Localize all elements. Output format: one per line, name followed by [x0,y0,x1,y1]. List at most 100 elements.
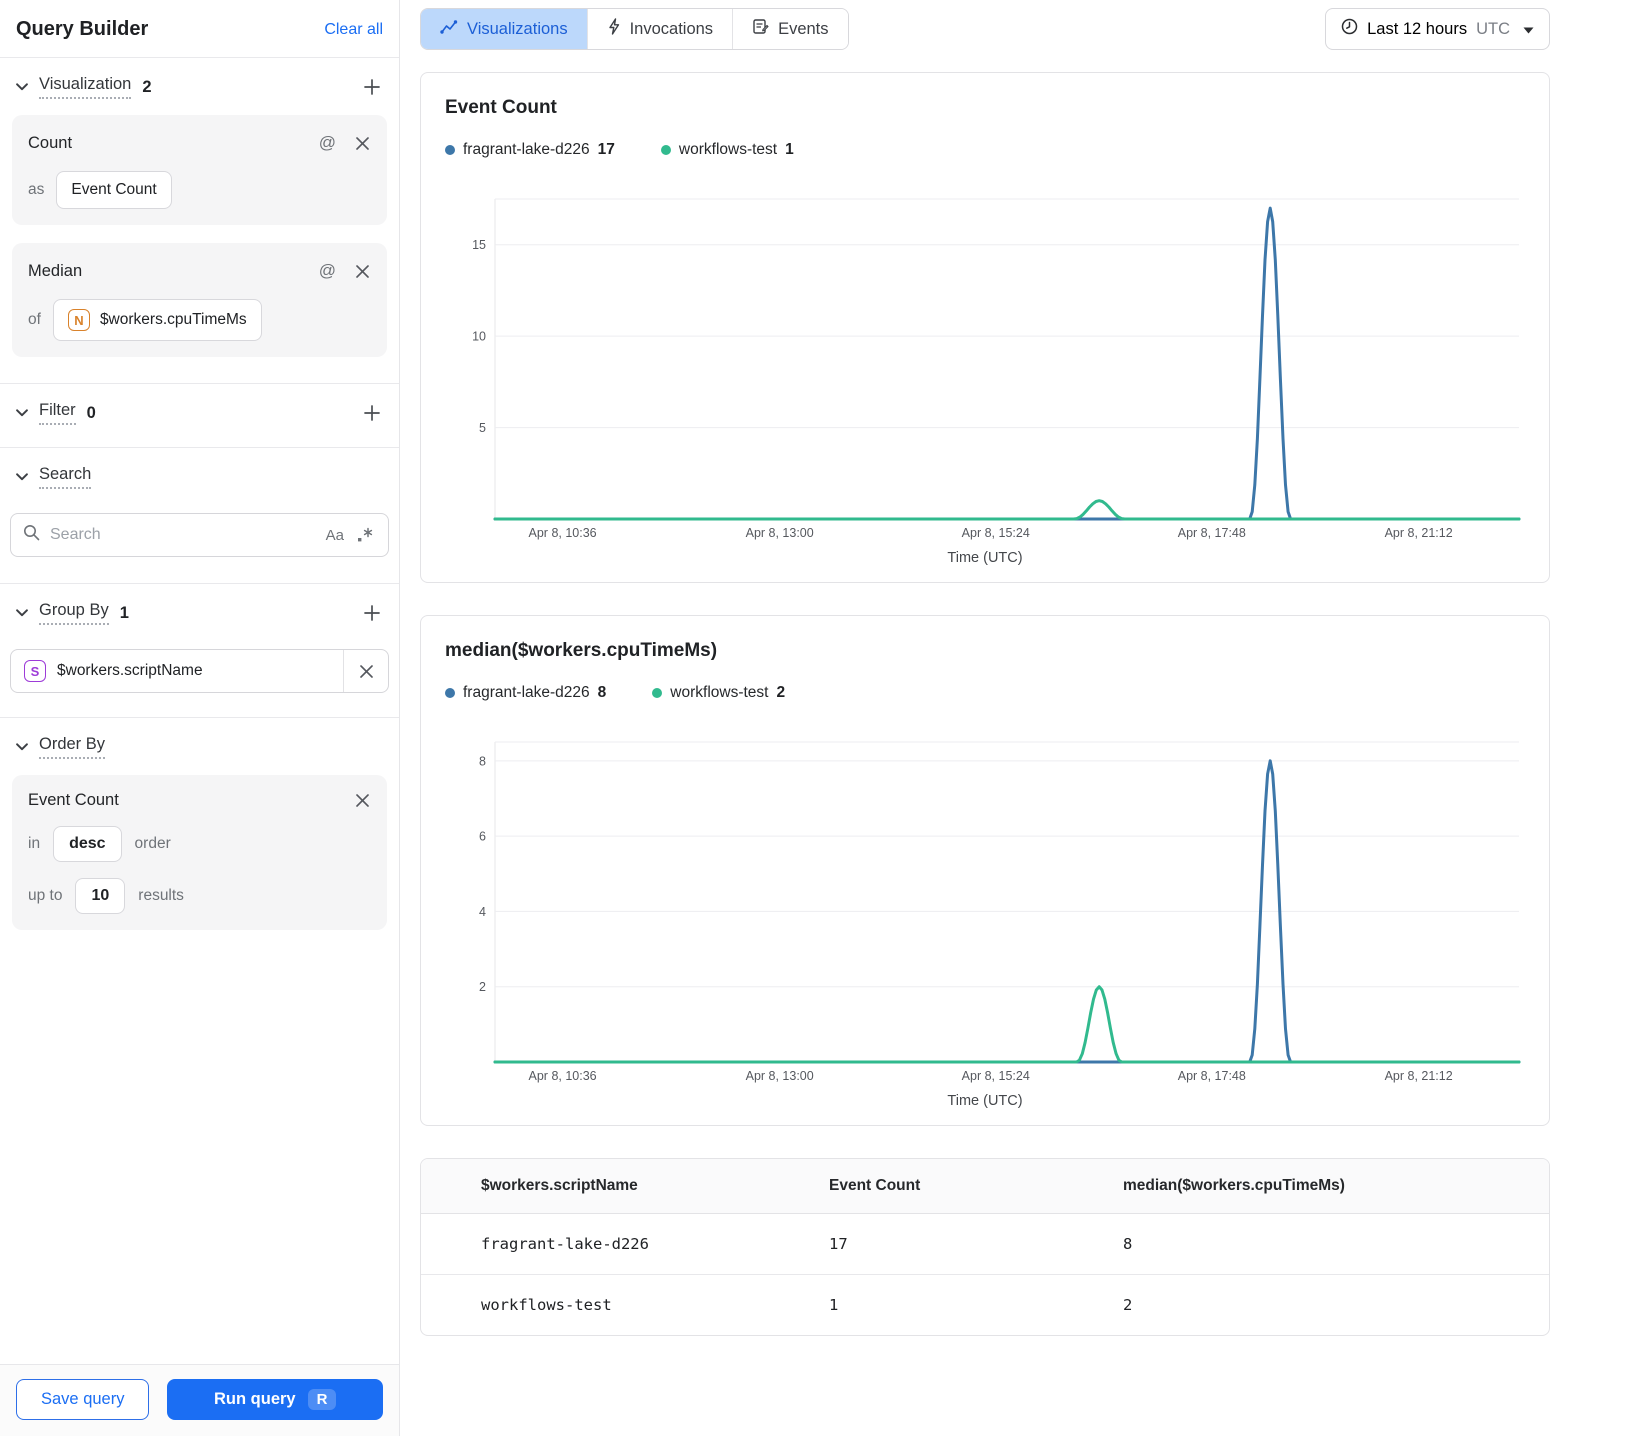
y-tick-label: 4 [479,905,486,919]
close-icon[interactable] [354,792,371,809]
order-by-field: Event Count [28,791,119,809]
cell-median: 8 [1123,1235,1133,1253]
event-count-chart: 5 10 15 Apr 8, 10:36 Apr 8, 13:00 Apr 8, 15:2… [472,198,1521,540]
save-query-button[interactable]: Save query [16,1379,150,1420]
run-query-button[interactable]: Run query R [167,1379,383,1420]
group-by-field-selector[interactable]: S $workers.scriptName [11,660,343,682]
legend-series-total: 2 [776,684,786,701]
cell-event-count: 1 [829,1296,839,1314]
view-tabs: Visualizations Invocations Events [420,8,849,50]
x-tick-label: Apr 8, 13:00 [746,1069,814,1083]
median-field-selector[interactable]: N $workers.cpuTimeMs [52,299,262,341]
median-card-title: Median [28,261,83,280]
chevron-down-icon[interactable] [14,741,30,753]
legend-item-fragrant-lake-d226[interactable]: fragrant-lake-d226 17 [445,141,615,159]
visualization-section-label: Visualization [39,75,132,99]
main-content: Visualizations Invocations Events Last 1… [400,0,1640,1436]
cell-script-name: fragrant-lake-d226 [481,1235,649,1253]
column-header-event-count: Event Count [829,1177,921,1194]
order-by-section-label: Order By [39,735,106,759]
x-tick-label: Apr 8, 17:48 [1178,526,1246,540]
sort-direction-selector[interactable]: desc [53,826,122,862]
table-row-workflows-test[interactable]: workflows-test 1 2 [421,1275,1549,1335]
chart-title: Event Count [445,97,557,118]
search-icon [23,524,40,546]
y-tick-label: 10 [472,330,486,344]
legend-dot [445,145,455,155]
top-bar: Visualizations Invocations Events Last 1… [420,8,1550,50]
results-table: $workers.scriptName Event Count median($… [420,1158,1550,1336]
tab-invocations[interactable]: Invocations [586,9,733,49]
x-tick-label: Apr 8, 17:48 [1178,1069,1246,1083]
x-axis-title: Time (UTC) [947,550,1023,566]
x-tick-label: Apr 8, 15:24 [962,1069,1030,1083]
legend-item-workflows-test[interactable]: workflows-test 2 [652,684,785,702]
add-visualization-button[interactable] [361,76,383,98]
number-type-icon: N [67,309,90,331]
in-label: in [28,835,41,852]
cell-script-name: workflows-test [481,1296,612,1314]
chart-legend: fragrant-lake-d226 17 workflows-test 1 [445,141,1525,159]
table-header-row: $workers.scriptName Event Count median($… [421,1159,1549,1214]
x-tick-label: Apr 8, 13:00 [746,526,814,540]
tab-events[interactable]: Events [732,9,848,49]
tab-events-label: Events [778,19,829,38]
results-label: results [138,887,184,904]
limit-field[interactable]: 10 [75,878,126,914]
mention-icon[interactable]: @ [317,131,338,155]
chevron-down-icon[interactable] [14,81,30,93]
tab-invocations-label: Invocations [629,19,714,38]
up-to-label: up to [28,887,63,904]
run-query-label: Run query [214,1390,296,1408]
visualization-section-header: Visualization 2 [0,58,399,113]
group-by-section: Group By 1 S $workers.scriptName [0,583,399,717]
filter-section: Filter 0 [0,383,399,447]
close-icon[interactable] [354,263,371,280]
cell-event-count: 17 [829,1235,848,1253]
table-row-fragrant-lake-d226[interactable]: fragrant-lake-d226 17 8 [421,1214,1549,1275]
x-axis-title: Time (UTC) [947,1093,1023,1109]
search-input[interactable] [50,526,316,544]
time-range-label: Last 12 hours [1367,19,1468,38]
document-icon [752,18,769,40]
case-sensitive-icon[interactable]: Aa [326,527,344,544]
chevron-down-icon[interactable] [14,407,30,419]
median-field-value: $workers.cpuTimeMs [99,311,247,328]
legend-series-name: fragrant-lake-d226 [463,684,590,701]
time-range-selector[interactable]: Last 12 hours UTC [1325,8,1550,50]
legend-item-fragrant-lake-d226[interactable]: fragrant-lake-d226 8 [445,684,606,702]
legend-series-total: 8 [597,684,607,701]
visualization-count: 2 [142,77,152,96]
legend-item-workflows-test[interactable]: workflows-test 1 [660,141,794,159]
chevron-down-icon[interactable] [14,607,30,619]
legend-dot [660,145,671,155]
cell-median: 2 [1123,1296,1133,1314]
add-group-by-button[interactable] [361,602,383,624]
y-tick-label: 6 [479,830,486,844]
event-count-chart-card: Event Count fragrant-lake-d226 17 workflow… [420,72,1550,583]
column-header-median: median($workers.cpuTimeMs) [1123,1177,1345,1194]
regex-icon[interactable] [354,525,376,546]
order-by-card: Event Count in desc order up to 10 resul… [12,775,387,930]
chevron-down-icon[interactable] [14,471,30,483]
filter-section-header: Filter 0 [0,384,399,439]
remove-group-by-button[interactable] [344,650,388,692]
x-tick-label: Apr 8, 10:36 [529,526,597,540]
sidebar-content: Query Builder Clear all Visualization 2 … [0,0,399,1364]
visualization-section: Visualization 2 Count @ as Event Count M… [0,57,399,383]
close-icon[interactable] [354,135,371,152]
legend-series-total: 1 [785,141,794,158]
tab-visualizations[interactable]: Visualizations [421,9,587,49]
clear-all-button[interactable]: Clear all [324,21,383,39]
series-line-workflows-test [493,985,1521,1064]
count-alias-field[interactable]: Event Count [56,171,172,209]
group-by-count: 1 [119,603,129,622]
group-by-value-box: S $workers.scriptName [10,649,389,693]
tab-visualizations-label: Visualizations [467,19,568,38]
add-filter-button[interactable] [361,402,383,424]
table-body: fragrant-lake-d226 17 8 workflows-test 1 2 [421,1214,1549,1335]
series-line-fragrant-lake-d226 [493,206,1521,521]
mention-icon[interactable]: @ [317,259,338,283]
series-line-workflows-test [493,499,1521,521]
group-by-field-value: $workers.scriptName [57,662,203,679]
